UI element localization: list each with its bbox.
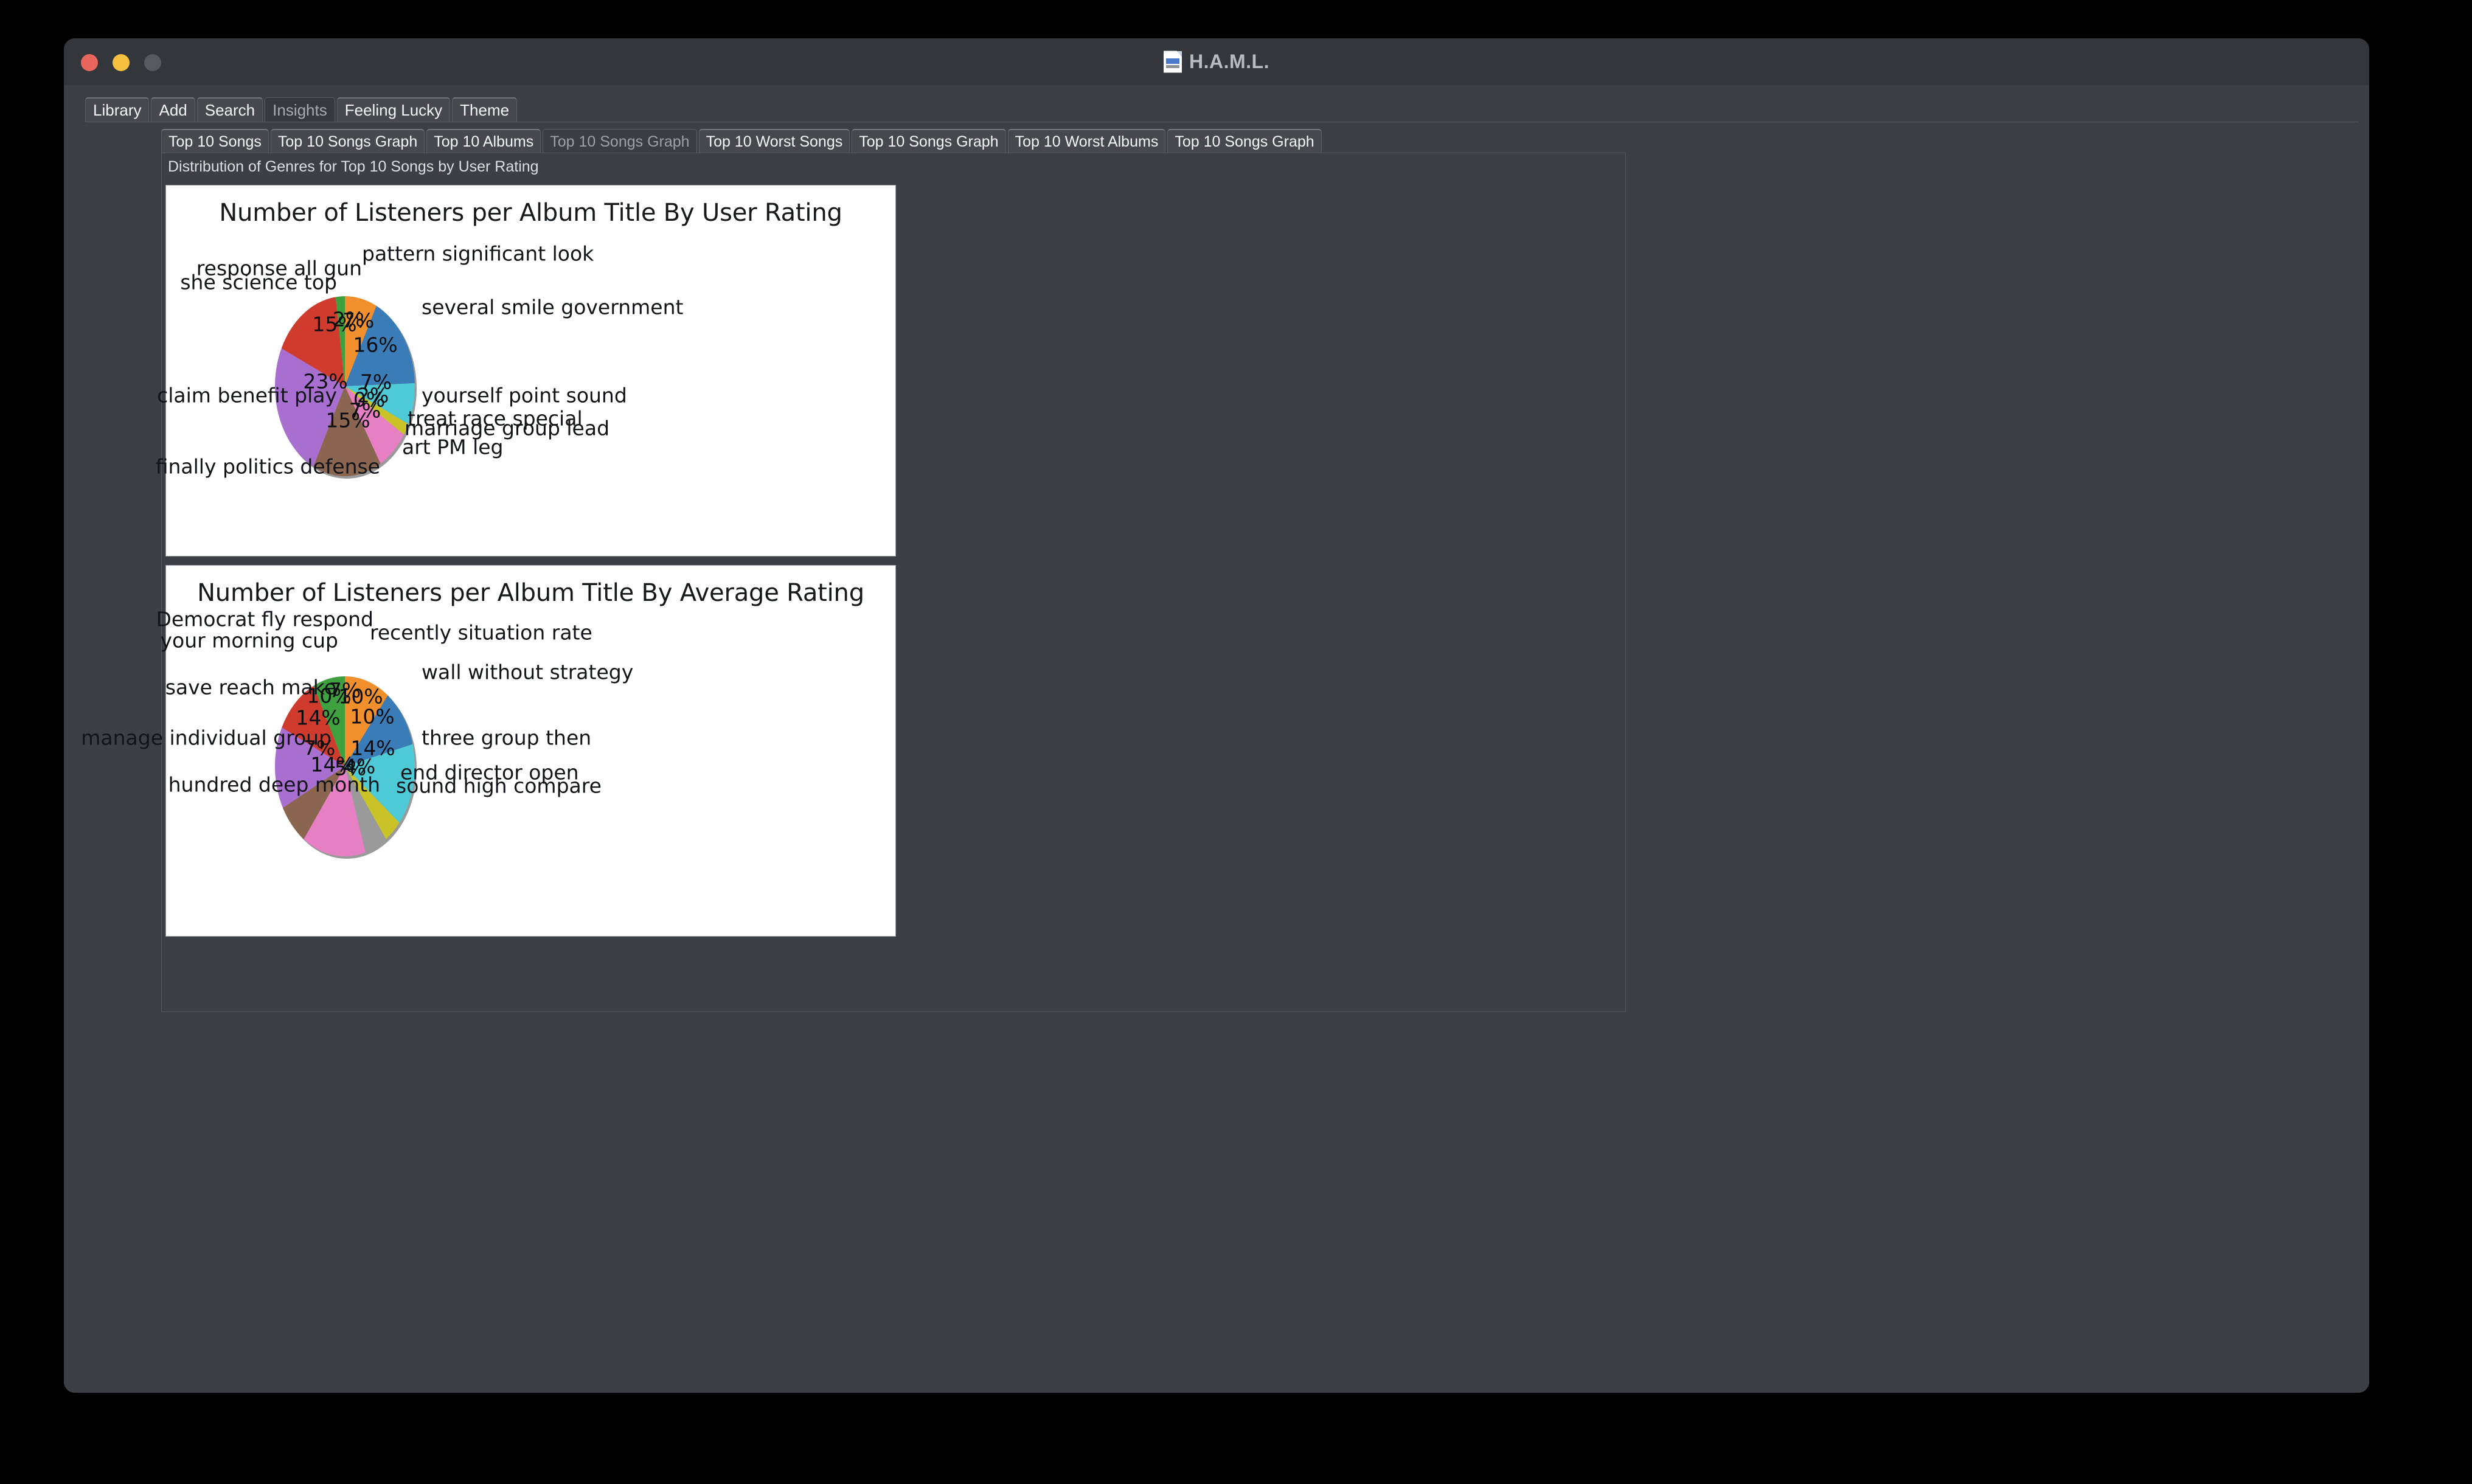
tab-search-2[interactable]: Search (196, 97, 263, 122)
tab-label: Insights (273, 100, 327, 119)
tab-top-10-worst-albums-6[interactable]: Top 10 Worst Albums (1007, 129, 1166, 153)
title-bar[interactable]: H.A.M.L. (64, 38, 2369, 86)
pie-slice-label: several smile government (422, 295, 684, 319)
maximize-window-button[interactable] (144, 54, 161, 71)
pie-slice-label: recently situation rate (370, 620, 592, 645)
tab-label: Top 10 Songs Graph (550, 133, 690, 150)
tab-label: Top 10 Songs Graph (1175, 133, 1314, 150)
document-icon (1164, 50, 1182, 73)
pie-slice-label: manage individual group (81, 726, 332, 750)
tab-library-0[interactable]: Library (85, 97, 150, 122)
tab-label: Top 10 Songs Graph (859, 133, 999, 150)
tab-top-10-albums-2[interactable]: Top 10 Albums (426, 129, 541, 153)
window-body: Library Add Search Insights Feeling Lucky The… (64, 85, 2369, 1393)
pie-slice-label: pattern significant look (362, 241, 594, 266)
tab-top-10-songs-graph-5[interactable]: Top 10 Songs Graph (852, 129, 1006, 153)
chart-card-user-rating: Number of Listeners per Album Title By U… (156, 185, 896, 556)
pie-slice-percent: 23% (303, 369, 348, 394)
application-window: H.A.M.L. Library Add Search Insights Feeling… (64, 38, 2369, 1393)
tab-label: Top 10 Worst Albums (1015, 133, 1159, 150)
tab-top-10-worst-songs-4[interactable]: Top 10 Worst Songs (698, 129, 850, 153)
secondary-tab-bar: Top 10 Songs Top 10 Songs Graph Top 10 Alb… (161, 125, 2358, 153)
pie-slice-percent: 7% (328, 678, 361, 702)
pie-slice-percent: 14% (296, 706, 341, 730)
close-window-button[interactable] (81, 54, 98, 71)
tab-label: Top 10 Worst Songs (706, 133, 843, 150)
insights-content-panel: Distribution of Genres for Top 10 Songs … (81, 153, 1626, 1012)
tab-theme-5[interactable]: Theme (452, 97, 518, 122)
window-title: H.A.M.L. (1189, 50, 1269, 72)
tab-label: Top 10 Songs Graph (277, 133, 418, 150)
panel-caption: Distribution of Genres for Top 10 Songs … (168, 158, 539, 175)
tab-label: Search (204, 100, 255, 119)
tab-label: Top 10 Albums (434, 133, 534, 150)
tab-label: Top 10 Songs (168, 133, 262, 150)
tab-top-10-songs-0[interactable]: Top 10 Songs (161, 129, 269, 153)
tab-feeling-lucky-4[interactable]: Feeling Lucky (336, 97, 451, 122)
tab-top-10-songs-graph-3[interactable]: Top 10 Songs Graph (543, 129, 697, 153)
pie-slice-percent: 16% (353, 333, 398, 357)
pie-slice-label: wall without strategy (422, 660, 634, 684)
minimize-window-button[interactable] (113, 54, 130, 71)
pie-slice-label: sound high compare (396, 774, 602, 798)
tab-add-1[interactable]: Add (151, 97, 195, 122)
pie-slice-label: finally politics defense (155, 454, 380, 479)
pie-slice-percent: 10% (350, 704, 395, 729)
pie-chart-user-rating: pattern significant look several smile go… (156, 186, 895, 556)
pie-slice-label: yourself point sound (422, 383, 627, 407)
pie-slice-percent: 7% (303, 736, 336, 760)
tab-label: Feeling Lucky (344, 100, 443, 119)
pie-slice-label: three group then (422, 726, 592, 750)
tab-label: Add (159, 100, 187, 119)
tab-top-10-songs-graph-7[interactable]: Top 10 Songs Graph (1167, 129, 1322, 153)
pie-slice-percent: 2% (332, 307, 365, 331)
chart-card-average-rating: Number of Listeners per Album Title By A… (81, 565, 896, 937)
tab-insights-3[interactable]: Insights (265, 97, 335, 122)
title-group: H.A.M.L. (64, 38, 2369, 85)
pie-slice-label: response all gun (196, 256, 362, 280)
pie-chart-average-rating: recently situation rate wall without stra… (81, 566, 895, 936)
pie-slice-label: your morning cup (160, 628, 338, 653)
primary-tab-bar: Library Add Search Insights Feeling Lucky The… (85, 94, 2358, 122)
tab-label: Theme (460, 100, 510, 119)
tab-top-10-songs-graph-1[interactable]: Top 10 Songs Graph (270, 129, 425, 153)
pie-slice-label: Democrat fly respond (156, 607, 373, 631)
pie-slice-label: art PM leg (402, 435, 504, 459)
tab-label: Library (93, 100, 142, 119)
pie-slice-percent: 15% (325, 408, 370, 432)
